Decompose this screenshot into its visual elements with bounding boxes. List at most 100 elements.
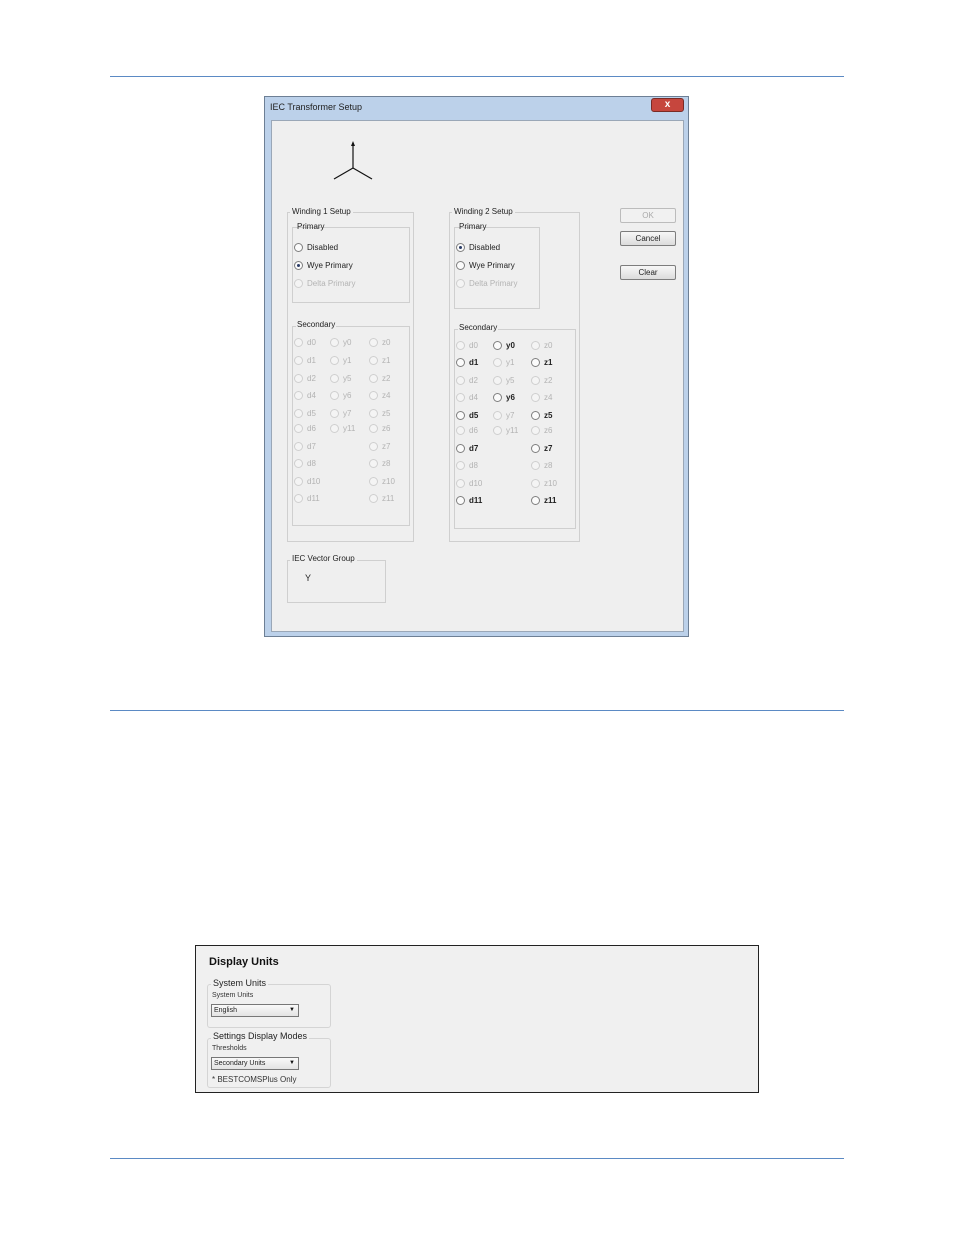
winding2-secondary-d11-radio[interactable]: d11 — [456, 494, 482, 506]
radio-circle-icon — [456, 410, 465, 420]
vector-group-value: Y — [305, 573, 312, 583]
winding1-primary-disabled-radio[interactable]: Disabled — [294, 241, 338, 253]
winding2-secondary-z5-radio[interactable]: z5 — [531, 409, 552, 421]
bottom-rule — [110, 1158, 844, 1159]
winding2-secondary-z10-radio: z10 — [531, 477, 557, 489]
radio-label: y1 — [506, 357, 515, 367]
display-units-title: Display Units — [209, 956, 279, 968]
radio-circle-icon — [294, 337, 303, 347]
radio-label: y0 — [343, 337, 352, 347]
clear-button[interactable]: Clear — [620, 265, 676, 280]
radio-circle-icon — [493, 357, 502, 367]
radio-label: d4 — [469, 392, 478, 402]
winding2-primary-disabled-radio[interactable]: Disabled — [456, 241, 500, 253]
winding1-secondary-y6-radio: y6 — [330, 389, 351, 401]
radio-circle-icon — [330, 337, 339, 347]
radio-label: d5 — [307, 408, 316, 418]
winding1-secondary-z4-radio: z4 — [369, 389, 390, 401]
radio-label: z6 — [544, 425, 553, 435]
winding2-secondary-y0-radio[interactable]: y0 — [493, 339, 515, 351]
radio-circle-icon — [531, 410, 540, 420]
system-units-value: English — [214, 1007, 237, 1014]
radio-circle-icon — [456, 460, 465, 470]
winding2-secondary-z7-radio[interactable]: z7 — [531, 442, 552, 454]
winding2-secondary-d10-radio: d10 — [456, 477, 482, 489]
radio-circle-icon — [294, 408, 303, 418]
radio-circle-icon — [456, 392, 465, 402]
winding1-secondary-z8-radio: z8 — [369, 457, 390, 469]
radio-label: Disabled — [469, 242, 501, 252]
radio-circle-icon — [493, 425, 502, 435]
winding2-secondary-y6-radio[interactable]: y6 — [493, 391, 515, 403]
winding2-secondary-z0-radio: z0 — [531, 339, 552, 351]
winding1-secondary-z0-radio: z0 — [369, 336, 390, 348]
radio-label: z6 — [382, 423, 391, 433]
radio-circle-icon — [493, 392, 502, 402]
top-rule — [110, 76, 844, 77]
ok-button[interactable]: OK — [620, 208, 676, 223]
winding2-secondary-z11-radio[interactable]: z11 — [531, 494, 556, 506]
radio-circle-icon — [330, 423, 339, 433]
radio-label: d0 — [307, 337, 316, 347]
radio-circle-icon — [531, 460, 540, 470]
chevron-down-icon: ▼ — [289, 1060, 295, 1066]
winding2-secondary-d1-radio[interactable]: d1 — [456, 356, 478, 368]
system-units-select[interactable]: English ▼ — [211, 1004, 299, 1017]
radio-label: z7 — [382, 441, 391, 451]
radio-label: z11 — [544, 495, 557, 505]
winding1-secondary-d8-radio: d8 — [294, 457, 316, 469]
thresholds-select[interactable]: Secondary Units ▼ — [211, 1057, 299, 1070]
radio-label: z8 — [544, 460, 553, 470]
radio-circle-icon — [369, 373, 378, 383]
display-units-panel: Display Units System Units System Units … — [195, 945, 759, 1093]
winding2-title: Winding 2 Setup — [452, 207, 515, 216]
radio-circle-icon — [456, 278, 465, 288]
radio-label: d7 — [307, 441, 316, 451]
radio-circle-icon — [531, 340, 540, 350]
chevron-down-icon: ▼ — [289, 1007, 295, 1013]
winding2-secondary-label: Secondary — [458, 323, 499, 332]
radio-label: d1 — [469, 357, 479, 367]
radio-circle-icon — [369, 458, 378, 468]
winding1-secondary-d10-radio: d10 — [294, 475, 320, 487]
radio-label: d8 — [307, 458, 316, 468]
radio-label: Wye Primary — [307, 260, 353, 270]
radio-label: z4 — [544, 392, 553, 402]
winding2-primary-wye-primary-radio[interactable]: Wye Primary — [456, 259, 515, 271]
radio-label: z4 — [382, 390, 391, 400]
radio-label: z1 — [544, 357, 553, 367]
radio-circle-icon — [294, 441, 303, 451]
winding2-secondary-d7-radio[interactable]: d7 — [456, 442, 478, 454]
winding2-secondary-d0-radio: d0 — [456, 339, 478, 351]
winding1-secondary-y7-radio: y7 — [330, 407, 351, 419]
radio-circle-icon — [531, 443, 540, 453]
radio-circle-icon — [330, 390, 339, 400]
radio-circle-icon — [294, 373, 303, 383]
radio-label: z2 — [382, 373, 391, 383]
radio-circle-icon — [369, 441, 378, 451]
radio-label: d11 — [469, 495, 483, 505]
cancel-button[interactable]: Cancel — [620, 231, 676, 246]
radio-label: y1 — [343, 355, 352, 365]
winding2-secondary-z2-radio: z2 — [531, 374, 552, 386]
winding2-secondary-d6-radio: d6 — [456, 424, 478, 436]
winding1-primary-delta-primary-radio: Delta Primary — [294, 277, 355, 289]
radio-label: y6 — [343, 390, 352, 400]
radio-label: d4 — [307, 390, 316, 400]
winding1-primary-label: Primary — [297, 222, 325, 231]
thresholds-value: Secondary Units — [214, 1060, 266, 1067]
close-button[interactable]: x — [651, 98, 684, 112]
winding2-secondary-z1-radio[interactable]: z1 — [531, 356, 552, 368]
winding1-primary-wye-primary-radio[interactable]: Wye Primary — [294, 259, 353, 271]
footnote: * BESTCOMSPlus Only — [212, 1075, 297, 1084]
radio-label: Delta Primary — [469, 278, 518, 288]
winding1-secondary-y11-radio: y11 — [330, 422, 355, 434]
radio-circle-icon — [531, 495, 540, 505]
radio-label: z8 — [382, 458, 391, 468]
radio-label: d6 — [307, 423, 316, 433]
radio-circle-icon — [493, 375, 502, 385]
radio-label: d0 — [469, 340, 478, 350]
radio-label: y6 — [506, 392, 515, 402]
winding2-secondary-d5-radio[interactable]: d5 — [456, 409, 478, 421]
radio-label: d2 — [307, 373, 316, 383]
